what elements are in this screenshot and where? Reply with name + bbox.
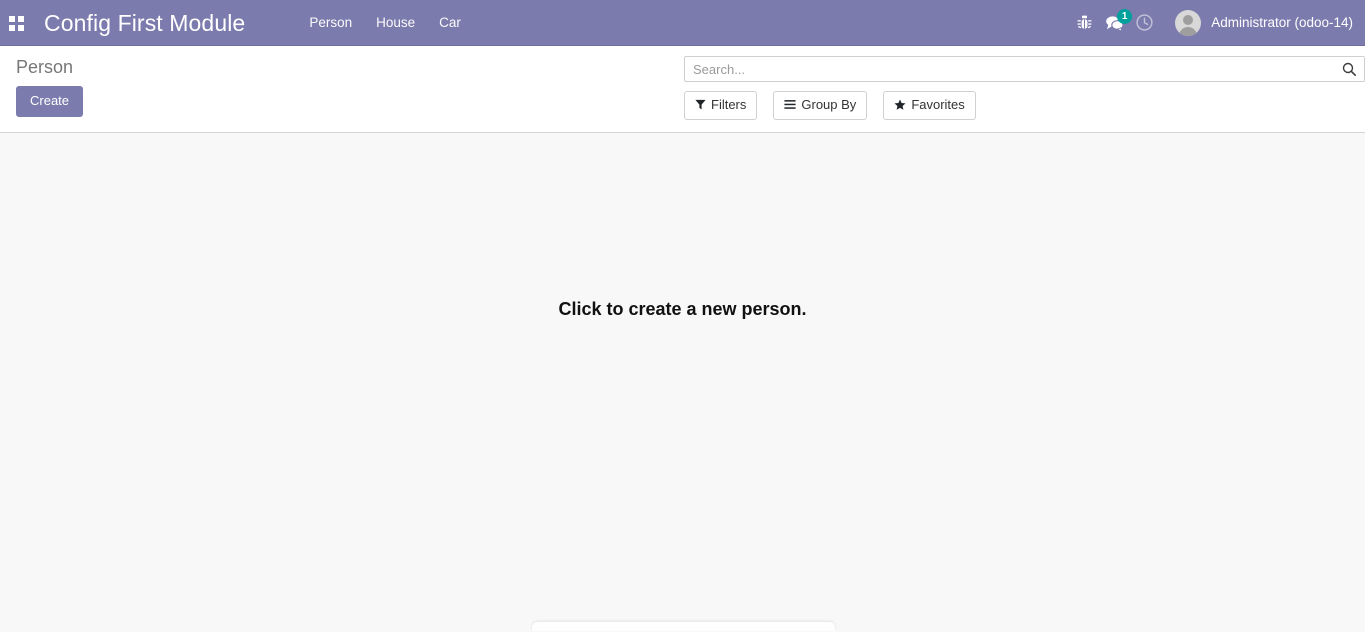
bug-icon (1077, 15, 1092, 29)
favorites-dropdown[interactable]: Favorites (883, 91, 976, 120)
favorites-label: Favorites (911, 97, 965, 112)
brand-title[interactable]: Config First Module (44, 0, 245, 46)
user-menu-button[interactable]: Administrator (odoo-14) (1175, 0, 1353, 46)
control-panel-right: Filters Group By Favorites (684, 56, 1365, 120)
filter-funnel-icon (695, 100, 706, 110)
magnifier-icon (1342, 62, 1356, 76)
list-lines-icon (784, 100, 796, 110)
search-submit-button[interactable] (1334, 57, 1364, 81)
control-panel-left: Person Create (16, 56, 84, 117)
group-by-label: Group By (801, 97, 857, 112)
create-button[interactable]: Create (16, 86, 84, 117)
debug-menu-button[interactable] (1069, 0, 1099, 46)
user-avatar (1175, 9, 1202, 36)
messages-menu-button[interactable]: 1 (1099, 0, 1133, 46)
search-dropdown-buttons: Filters Group By Favorites (684, 91, 1365, 120)
filters-label: Filters (711, 97, 747, 112)
menu-item-house[interactable]: House (364, 0, 427, 46)
main-content-area: Click to create a new person. (0, 133, 1365, 631)
user-name-label: Administrator (odoo-14) (1211, 15, 1353, 30)
empty-state-message[interactable]: Click to create a new person. (0, 299, 1365, 320)
group-by-dropdown[interactable]: Group By (773, 91, 868, 120)
systray: 1 Administrator (odoo-14) (1069, 0, 1365, 46)
chat-window-peek[interactable] (532, 622, 835, 631)
search-bar (684, 56, 1365, 82)
menu-item-car[interactable]: Car (427, 0, 473, 46)
search-input[interactable] (685, 57, 1334, 81)
clock-icon (1136, 14, 1153, 31)
top-navbar: Config First Module Person House Car 1 A… (0, 0, 1365, 46)
control-panel: Person Create Filters (0, 46, 1365, 133)
activities-menu-button[interactable] (1129, 0, 1159, 46)
filters-dropdown[interactable]: Filters (684, 91, 758, 120)
apps-grid-icon (8, 15, 24, 31)
main-menu: Person House Car (297, 0, 473, 46)
breadcrumb[interactable]: Person (16, 56, 83, 78)
star-icon (894, 99, 906, 111)
menu-item-person[interactable]: Person (297, 0, 364, 46)
apps-menu-toggle[interactable] (0, 0, 32, 46)
